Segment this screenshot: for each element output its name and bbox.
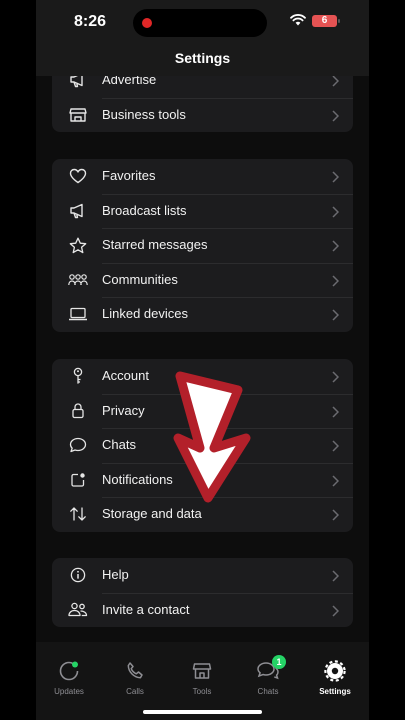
home-indicator — [143, 710, 262, 714]
chevron-right-icon — [332, 170, 340, 188]
chevron-right-icon — [332, 569, 340, 587]
arrows-updown-icon — [68, 505, 88, 523]
chat-bubble-icon — [68, 436, 88, 454]
settings-item-starred-messages[interactable]: Starred messages — [52, 228, 353, 263]
chevron-right-icon — [332, 308, 340, 326]
communities-icon — [68, 271, 88, 289]
chevron-right-icon — [332, 508, 340, 526]
lock-icon — [68, 402, 88, 420]
settings-item-label: Chats — [102, 437, 136, 452]
tab-calls[interactable]: Calls — [105, 658, 165, 696]
settings-item-label: Linked devices — [102, 306, 188, 321]
header: 8:26 6 Settings — [36, 0, 369, 76]
chevron-right-icon — [332, 109, 340, 127]
laptop-icon — [68, 305, 88, 323]
notification-icon — [68, 471, 88, 489]
settings-item-label: Notifications — [102, 471, 173, 487]
info-icon — [68, 566, 88, 584]
settings-item-favorites[interactable]: Favorites — [52, 159, 353, 194]
page-title: Settings — [174, 50, 231, 66]
settings-item-label: Account — [102, 368, 149, 383]
settings-item-label: Favorites — [102, 168, 156, 183]
megaphone-icon — [68, 202, 88, 220]
chevron-right-icon — [332, 205, 340, 223]
battery-indicator: 6 — [312, 15, 340, 27]
settings-item-invite-contact[interactable]: Invite a contact — [52, 592, 353, 628]
settings-item-linked-devices[interactable]: Linked devices — [52, 297, 353, 332]
chevron-right-icon — [332, 405, 340, 423]
star-icon — [68, 236, 88, 254]
chevron-right-icon — [332, 239, 340, 257]
settings-item-label: Communities — [102, 271, 178, 287]
tools-icon — [192, 663, 212, 679]
lists-group: Favorites Broadcast lists Starred messag… — [52, 159, 353, 332]
chevron-right-icon — [332, 474, 340, 492]
tab-bar: Updates Calls Tools 1 Chats Settings — [36, 642, 369, 720]
settings-icon — [324, 660, 346, 682]
settings-item-label: Invite a contact — [102, 601, 190, 617]
settings-item-label: Help — [102, 567, 129, 582]
settings-item-label: Privacy — [102, 402, 145, 418]
phone-icon — [127, 662, 143, 679]
settings-item-label: Starred messages — [102, 237, 208, 252]
tab-updates[interactable]: Updates — [39, 658, 99, 696]
unread-badge: 1 — [272, 655, 286, 669]
chevron-right-icon — [332, 74, 340, 92]
settings-item-communities[interactable]: Communities — [52, 262, 353, 298]
tab-chats[interactable]: 1 Chats — [238, 655, 298, 696]
storefront-icon — [68, 106, 88, 124]
heart-icon — [68, 167, 88, 185]
chevron-right-icon — [332, 439, 340, 457]
tab-tools[interactable]: Tools — [172, 658, 232, 696]
people-icon — [68, 601, 88, 619]
tab-label: Tools — [192, 687, 212, 696]
dynamic-island — [133, 9, 267, 37]
settings-item-help[interactable]: Help — [52, 558, 353, 593]
settings-item-label: Business tools — [102, 106, 186, 122]
tab-label: Settings — [319, 687, 351, 696]
chevron-right-icon — [332, 370, 340, 388]
tab-label: Calls — [126, 687, 144, 696]
status-time: 8:26 — [74, 13, 107, 30]
updates-icon — [59, 661, 79, 681]
settings-item-label: Broadcast lists — [102, 202, 187, 218]
chevron-right-icon — [332, 604, 340, 622]
settings-item-business-tools[interactable]: Business tools — [52, 97, 353, 133]
tab-label: Chats — [257, 687, 279, 696]
settings-item-broadcast-lists[interactable]: Broadcast lists — [52, 193, 353, 229]
tab-settings[interactable]: Settings — [305, 658, 365, 696]
key-icon — [68, 367, 88, 385]
tab-label: Updates — [54, 687, 84, 696]
annotation-arrow-icon — [173, 371, 251, 503]
wifi-icon — [290, 14, 306, 26]
phone-screen: 8:26 6 Settings Advertise Business tools — [36, 0, 369, 720]
chevron-right-icon — [332, 274, 340, 292]
help-group: Help Invite a contact — [52, 558, 353, 627]
recording-dot-icon — [142, 18, 152, 28]
